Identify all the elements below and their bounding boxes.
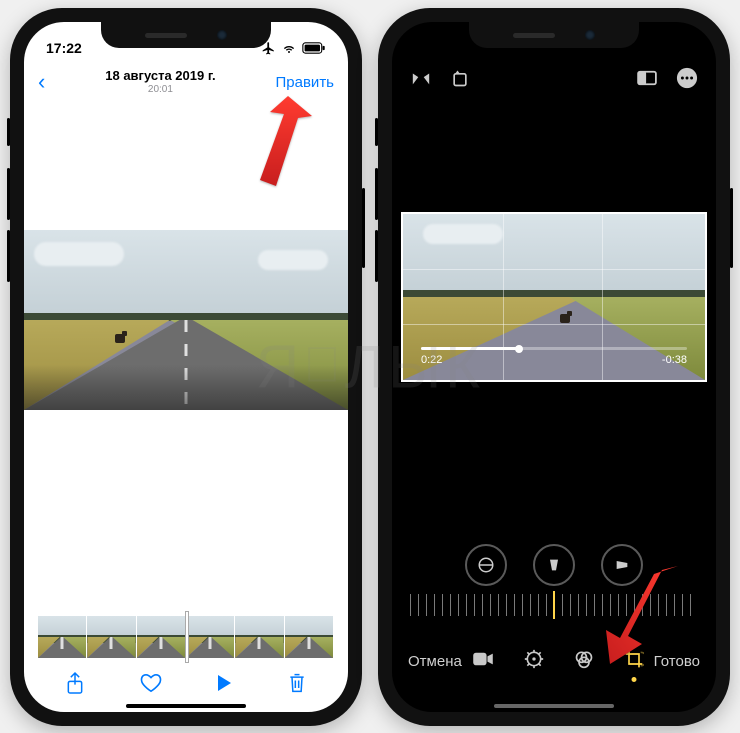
notch: [101, 22, 271, 48]
home-indicator[interactable]: [126, 704, 246, 708]
tab-crop[interactable]: [624, 649, 644, 673]
crop-frame[interactable]: 0:22 -0:38: [401, 212, 707, 382]
delete-button[interactable]: [287, 672, 307, 699]
screen-editor: 0:22 -0:38 Отмена: [392, 22, 716, 712]
phone-right: 0:22 -0:38 Отмена: [378, 8, 730, 726]
vertical-persp-dial[interactable]: [533, 544, 575, 586]
rotate-button[interactable]: [450, 68, 470, 93]
more-button[interactable]: [676, 67, 698, 94]
phone-left: 17:22 ‹ 18 августа 2019 г. 20:01 Править: [10, 8, 362, 726]
back-button[interactable]: ‹: [38, 69, 45, 95]
tab-filters[interactable]: [574, 649, 594, 673]
nav-date: 18 августа 2019 г.: [45, 68, 275, 84]
wifi-icon: [281, 42, 297, 54]
battery-icon: [302, 42, 326, 54]
nav-title: 18 августа 2019 г. 20:01: [45, 68, 275, 96]
screen-photos: 17:22 ‹ 18 августа 2019 г. 20:01 Править: [24, 22, 348, 712]
aspect-button[interactable]: [636, 70, 658, 91]
time-current: 0:22: [421, 354, 442, 366]
done-button[interactable]: Готово: [654, 653, 700, 670]
nav-bar: ‹ 18 августа 2019 г. 20:01 Править: [24, 62, 348, 102]
horizontal-persp-dial[interactable]: [601, 544, 643, 586]
filmstrip[interactable]: [38, 616, 334, 658]
status-time: 17:22: [46, 40, 82, 56]
share-button[interactable]: [65, 671, 85, 700]
angle-ruler[interactable]: [410, 594, 698, 616]
flip-button[interactable]: [410, 68, 432, 93]
crop-dials: [392, 544, 716, 586]
notch: [469, 22, 639, 48]
favorite-button[interactable]: [140, 673, 162, 698]
time-remaining: -0:38: [662, 354, 687, 366]
nav-time: 20:01: [45, 84, 275, 96]
edit-button[interactable]: Править: [276, 74, 335, 91]
video-preview[interactable]: [24, 230, 348, 410]
editor-bottom-bar: Отмена Готово: [392, 634, 716, 688]
video-in-crop: 0:22 -0:38: [403, 214, 705, 380]
cancel-button[interactable]: Отмена: [408, 653, 462, 670]
tab-adjust[interactable]: [524, 649, 544, 673]
video-progress[interactable]: [421, 347, 687, 350]
play-button[interactable]: [216, 674, 232, 697]
playhead[interactable]: [186, 612, 188, 662]
straighten-dial[interactable]: [465, 544, 507, 586]
home-indicator[interactable]: [494, 704, 614, 708]
tab-video[interactable]: [472, 651, 494, 671]
editor-top-bar: [392, 60, 716, 100]
